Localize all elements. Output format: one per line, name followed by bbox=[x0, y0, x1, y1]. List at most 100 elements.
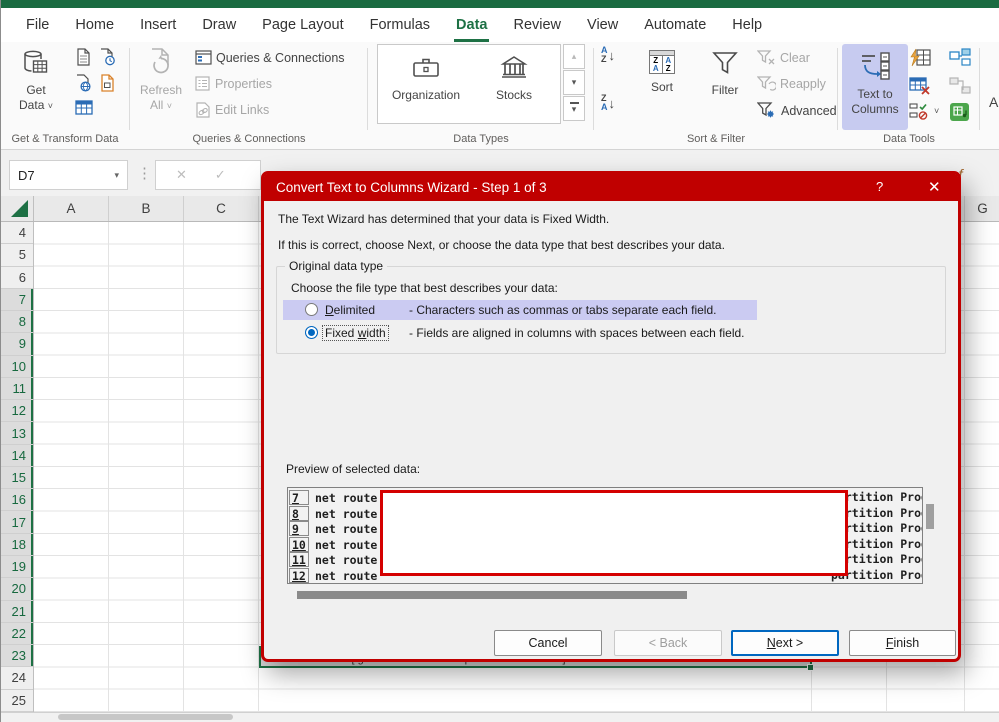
confirm-entry-icon[interactable]: ✓ bbox=[215, 167, 226, 183]
from-table-range-button[interactable] bbox=[75, 100, 93, 115]
excel-window: FileHomeInsertDrawPage LayoutFormulasDat… bbox=[0, 0, 999, 722]
row-header[interactable]: 11 bbox=[1, 378, 33, 400]
clear-filter-button[interactable]: Clear bbox=[757, 50, 810, 66]
delimited-label[interactable]: Delimited bbox=[325, 303, 375, 317]
menu-tab[interactable]: Page Layout bbox=[249, 8, 356, 42]
text-to-columns-button[interactable]: Text toColumns bbox=[842, 44, 908, 130]
menu-tab[interactable]: Automate bbox=[631, 8, 719, 42]
row-header[interactable]: 24 bbox=[1, 667, 33, 689]
menu-tab[interactable]: Insert bbox=[127, 8, 189, 42]
delimited-radio[interactable] bbox=[305, 303, 318, 316]
row-header[interactable]: 21 bbox=[1, 601, 33, 623]
menu-tab[interactable]: View bbox=[574, 8, 631, 42]
advanced-filter-button[interactable]: Advanced bbox=[757, 102, 837, 119]
stocks-data-type[interactable]: Stocks bbox=[474, 49, 554, 119]
triangle-down-icon: ▾ bbox=[572, 104, 577, 115]
row-header[interactable]: 4 bbox=[1, 222, 33, 244]
data-validation-dropdown[interactable]: ˅ bbox=[934, 106, 939, 116]
row-header[interactable]: 14 bbox=[1, 445, 33, 467]
consolidate-icon bbox=[949, 48, 971, 67]
fixed-width-label[interactable]: Fixed width bbox=[323, 326, 388, 340]
cancel-entry-icon[interactable]: ✕ bbox=[176, 167, 187, 183]
preview-vertical-scrollbar-thumb[interactable] bbox=[926, 504, 934, 529]
separator-dots-icon: ⋮ bbox=[137, 164, 152, 182]
flash-fill-icon bbox=[909, 48, 931, 67]
data-model-icon bbox=[949, 102, 970, 122]
properties-button[interactable]: Properties bbox=[195, 76, 272, 91]
horizontal-scrollbar-thumb[interactable] bbox=[58, 714, 233, 720]
cancel-button[interactable]: Cancel bbox=[494, 630, 602, 656]
column-header[interactable]: G bbox=[964, 196, 999, 221]
refresh-all-button[interactable]: Refresh All ˅ bbox=[133, 46, 189, 130]
name-box-dropdown-icon[interactable]: ▾ bbox=[114, 170, 119, 181]
edit-links-icon bbox=[195, 102, 211, 118]
row-header[interactable]: 10 bbox=[1, 356, 33, 378]
row-header[interactable]: 9 bbox=[1, 333, 33, 355]
get-data-button[interactable]: Get Data ˅ bbox=[7, 46, 65, 130]
menu-tab[interactable]: File bbox=[13, 8, 62, 42]
dialog-title-bar[interactable]: Convert Text to Columns Wizard - Step 1 … bbox=[264, 174, 958, 201]
dialog-help-button[interactable]: ? bbox=[876, 179, 883, 194]
from-web-button[interactable] bbox=[75, 74, 92, 92]
consolidate-button[interactable] bbox=[949, 48, 971, 67]
row-header[interactable]: 17 bbox=[1, 511, 33, 533]
row-header[interactable]: 5 bbox=[1, 244, 33, 266]
preview-horizontal-scrollbar-thumb[interactable] bbox=[297, 591, 687, 599]
filter-button[interactable]: Filter bbox=[699, 46, 751, 130]
reapply-filter-button[interactable]: Reapply bbox=[757, 76, 826, 92]
row-header[interactable]: 6 bbox=[1, 267, 33, 289]
column-header[interactable]: B bbox=[109, 196, 184, 221]
row-header[interactable]: 12 bbox=[1, 400, 33, 422]
column-header[interactable]: A bbox=[34, 196, 109, 221]
fill-handle[interactable] bbox=[807, 664, 814, 671]
edit-links-button[interactable]: Edit Links bbox=[195, 102, 269, 118]
row-header[interactable]: 8 bbox=[1, 311, 33, 333]
row-header[interactable]: 22 bbox=[1, 623, 33, 645]
remove-duplicates-button[interactable] bbox=[909, 76, 931, 95]
relationships-button[interactable] bbox=[949, 76, 971, 95]
column-header[interactable]: C bbox=[184, 196, 259, 221]
menu-tab[interactable]: Review bbox=[500, 8, 574, 42]
select-all-corner[interactable] bbox=[1, 196, 34, 221]
preview-row-left-text: net route bbox=[315, 522, 377, 536]
from-picture-button[interactable] bbox=[99, 74, 116, 92]
row-header[interactable]: 23 bbox=[1, 645, 33, 667]
back-button[interactable]: < Back bbox=[614, 630, 722, 656]
row-header[interactable]: 15 bbox=[1, 467, 33, 489]
gallery-scroll-down-button[interactable]: ▾ bbox=[563, 70, 585, 95]
dialog-close-button[interactable]: ✕ bbox=[928, 178, 941, 196]
row-header[interactable]: 16 bbox=[1, 489, 33, 511]
row-header[interactable]: 13 bbox=[1, 422, 33, 444]
row-header[interactable]: 25 bbox=[1, 690, 33, 712]
arrow-down-icon: ↓ bbox=[609, 49, 616, 62]
flash-fill-button[interactable] bbox=[909, 48, 931, 67]
menu-tab[interactable]: Home bbox=[62, 8, 127, 42]
organization-data-type[interactable]: Organization bbox=[384, 49, 468, 119]
sort-descending-button[interactable]: ZA↓ bbox=[601, 94, 615, 112]
row-header[interactable]: 7 bbox=[1, 289, 33, 311]
menu-tab[interactable]: Formulas bbox=[357, 8, 443, 42]
gallery-more-button[interactable]: ▾ bbox=[563, 96, 585, 121]
row-header[interactable]: 18 bbox=[1, 534, 33, 556]
recent-sources-button[interactable] bbox=[99, 48, 116, 66]
menu-tab[interactable]: Data bbox=[443, 8, 500, 42]
row-header[interactable]: 19 bbox=[1, 556, 33, 578]
queries-connections-button[interactable]: Queries & Connections bbox=[195, 50, 345, 65]
menu-tab[interactable]: Draw bbox=[189, 8, 249, 42]
row-header[interactable]: 20 bbox=[1, 578, 33, 600]
finish-button[interactable]: Finish bbox=[849, 630, 956, 656]
gallery-scroll-up-button[interactable]: ▴ bbox=[563, 44, 585, 69]
menu-tab[interactable]: Help bbox=[719, 8, 775, 42]
fixed-width-radio[interactable] bbox=[305, 326, 318, 339]
name-box[interactable]: D7 ▾ bbox=[9, 160, 128, 190]
sort-button[interactable]: ZAAZ Sort bbox=[633, 46, 691, 130]
data-model-button[interactable] bbox=[949, 102, 970, 122]
next-button[interactable]: Next > bbox=[731, 630, 839, 656]
group-label-data-types: Data Types bbox=[369, 133, 593, 145]
recent-sources-icon bbox=[99, 48, 116, 66]
from-text-csv-button[interactable] bbox=[75, 48, 92, 66]
preview-row-number: 7 bbox=[289, 490, 309, 505]
sort-ascending-button[interactable]: AZ↓ bbox=[601, 46, 615, 64]
data-validation-button[interactable] bbox=[909, 102, 931, 121]
preview-row-number: 11 bbox=[289, 552, 309, 567]
